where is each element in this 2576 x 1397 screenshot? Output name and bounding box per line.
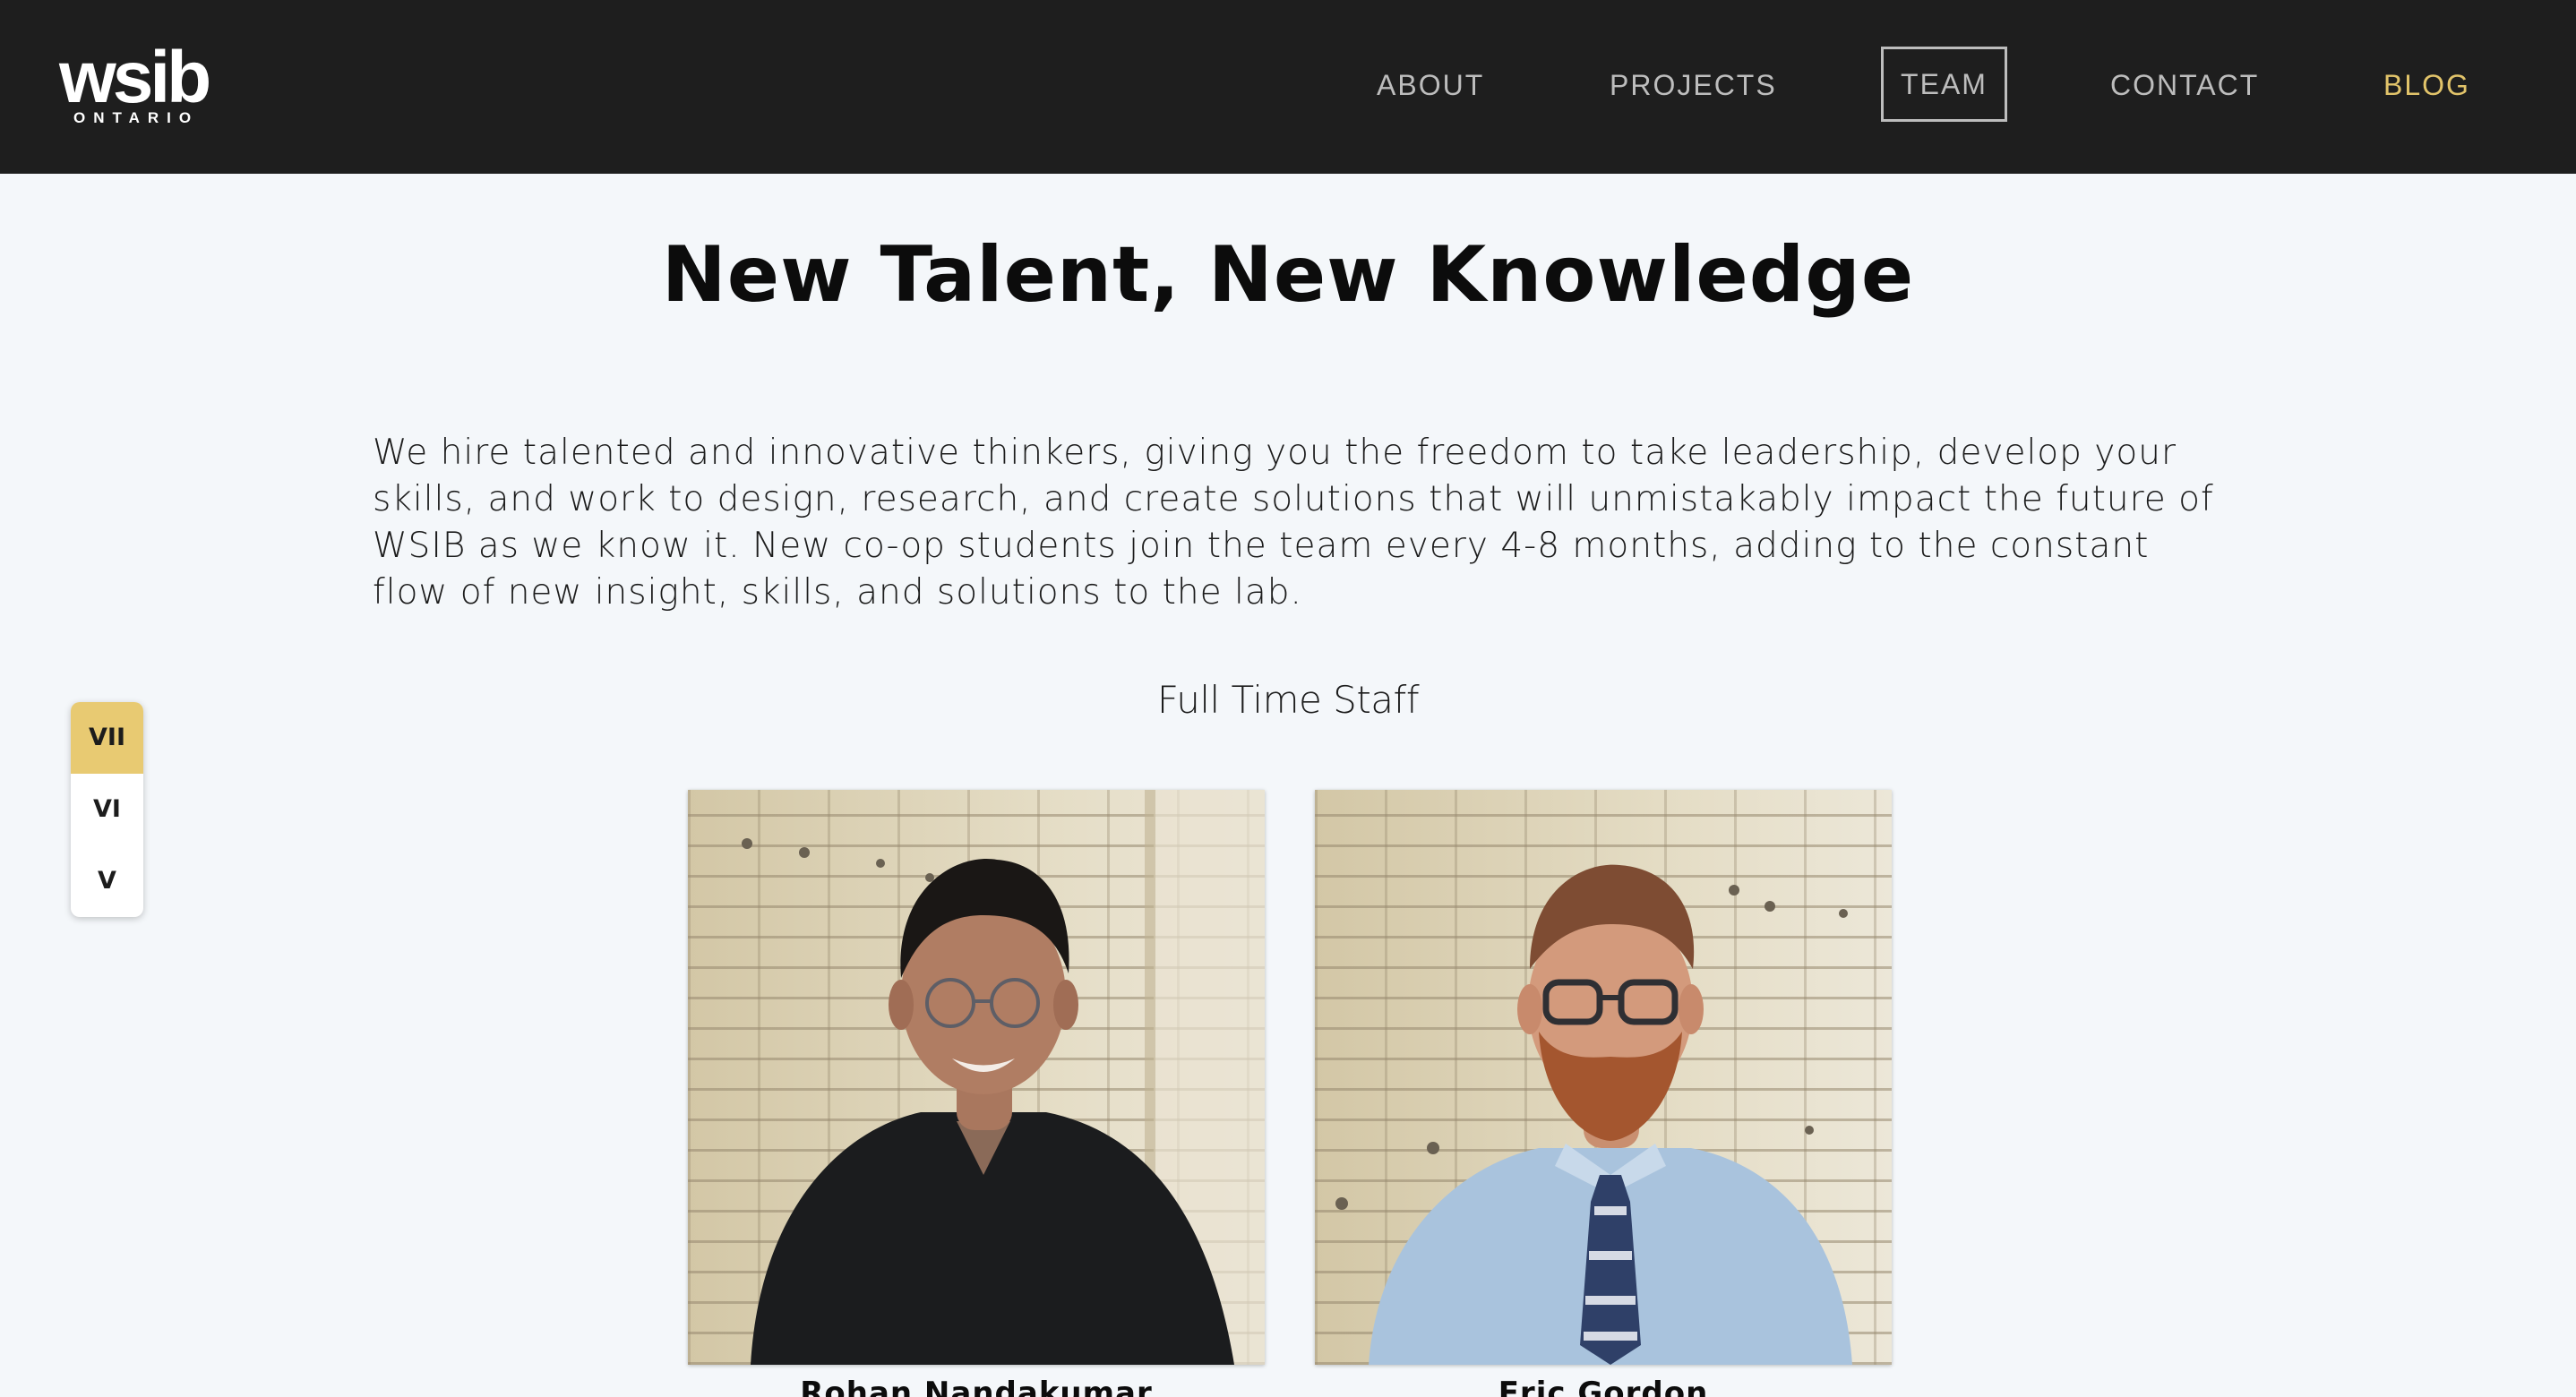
nav-team-link[interactable]: TEAM [1881, 47, 2007, 122]
top-navigation-bar: wsib ONTARIO ABOUT PROJECTS TEAM CONTACT… [0, 0, 2576, 174]
logo-wordmark: wsib [59, 37, 211, 118]
logo-subtitle: ONTARIO [73, 109, 200, 126]
nav-blog-link[interactable]: BLOG [2383, 63, 2470, 107]
year-button-vii[interactable]: VII [71, 702, 143, 774]
staff-name: Rohan Nandakumar [800, 1376, 1153, 1397]
year-button-vi[interactable]: VI [71, 774, 143, 845]
staff-name: Eric Gordon [1498, 1376, 1709, 1397]
wsib-logo[interactable]: wsib ONTARIO [59, 41, 220, 131]
staff-card: Eric Gordon [1315, 790, 1892, 1397]
page-title: New Talent, New Knowledge [661, 230, 1915, 320]
nav-contact-link[interactable]: CONTACT [2110, 63, 2259, 107]
staff-photo [1315, 790, 1892, 1365]
page: wsib ONTARIO ABOUT PROJECTS TEAM CONTACT… [0, 0, 2576, 1397]
cohort-year-switcher: VII VI V [71, 702, 143, 917]
intro-paragraph: We hire talented and innovative thinkers… [373, 433, 2214, 613]
year-button-v[interactable]: V [71, 845, 143, 917]
staff-photo [688, 790, 1265, 1365]
section-title-full-time-staff: Full Time Staff [1156, 678, 1420, 722]
nav-projects-link[interactable]: PROJECTS [1610, 63, 1777, 107]
staff-portrait-image [742, 790, 1265, 1365]
staff-portrait-image [1335, 864, 1852, 1365]
nav-about-link[interactable]: ABOUT [1377, 63, 1484, 107]
staff-card: Rohan Nandakumar [688, 790, 1265, 1397]
